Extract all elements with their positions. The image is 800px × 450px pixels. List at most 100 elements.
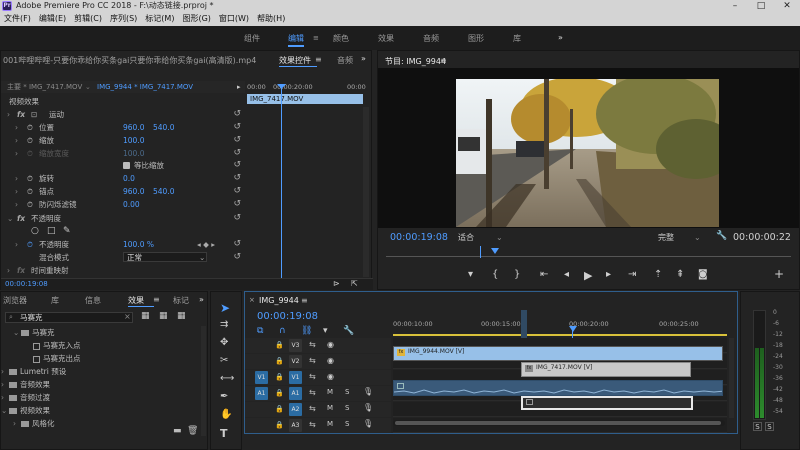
nest-toggle-icon[interactable]: ⧉ [257, 326, 263, 336]
workspace-color[interactable]: 颜色 [333, 33, 349, 44]
sync-lock-icon[interactable]: ⇆ [309, 340, 316, 349]
reset-icon[interactable]: ↺ [233, 159, 241, 172]
pen-tool-icon[interactable]: ✒ [220, 391, 228, 402]
sync-lock-icon[interactable]: ⇆ [309, 404, 316, 413]
track-select-tool-icon[interactable]: ⇉ [220, 319, 228, 330]
ec-playhead[interactable] [281, 87, 282, 284]
timeline-horizontal-scrollbar[interactable] [393, 420, 725, 426]
track-target-a2[interactable]: A2 [289, 403, 302, 416]
workspace-editing[interactable]: 编辑 [288, 33, 304, 44]
effect-controls-tab[interactable]: 效果控件 [279, 55, 311, 66]
chevron-down-icon[interactable]: ⌄ [199, 251, 205, 264]
add-marker-icon[interactable]: ▾ [323, 326, 328, 336]
tab-info[interactable]: 信息 [85, 295, 101, 306]
source-patch-v2[interactable] [255, 355, 268, 368]
track-target-v3[interactable]: V3 [289, 339, 302, 352]
time-remap-row[interactable]: › fx 时间重映射 [1, 264, 245, 277]
effects-preset-item[interactable]: 马赛克出点 [1, 352, 197, 365]
hand-tool-icon[interactable]: ✋ [220, 409, 232, 420]
button-editor-plus-icon[interactable]: + [774, 267, 784, 281]
solo-button[interactable]: S [345, 404, 349, 412]
tab-effects[interactable]: 效果 [128, 295, 144, 306]
clip-img-7417-v1[interactable]: fx IMG_7417.MOV [V] [521, 362, 691, 377]
microphone-icon[interactable]: 🎙 [363, 387, 373, 396]
go-to-out-icon[interactable]: ⇥ [628, 269, 636, 280]
timeline-vertical-scrollbar[interactable] [729, 338, 734, 418]
track-target-a1[interactable]: A1 [289, 387, 302, 400]
opacity-row[interactable]: › ⏱ 不透明度 100.0 % ◂ ◆ ▸ ↺ [1, 238, 245, 251]
sync-lock-icon[interactable]: ⇆ [309, 356, 316, 365]
source-patch-a2[interactable] [255, 403, 268, 416]
panel-more-icon[interactable]: » [361, 54, 366, 63]
mark-out-icon[interactable]: } [514, 269, 520, 280]
clip-audio-a2-selected[interactable] [521, 396, 693, 410]
wrench-icon[interactable]: 🔧 [716, 231, 727, 241]
delete-icon[interactable]: 🗑 [187, 426, 198, 436]
filter-icon[interactable]: ⊳ [333, 279, 340, 288]
ellipse-mask-icon[interactable]: ○ [31, 225, 39, 238]
tab-libraries[interactable]: 库 [51, 295, 59, 306]
property-row[interactable]: › ⏱ 缩放 100.0 ↺ [1, 134, 245, 147]
mute-button[interactable]: M [327, 388, 333, 396]
timeline-sequence-tab[interactable]: IMG_9944 [259, 296, 299, 305]
lock-icon[interactable]: 🔒 [275, 341, 284, 349]
effects-folder-item[interactable]: ⌄ 视频效果 [1, 404, 197, 417]
close-tab-icon[interactable]: × [249, 296, 255, 304]
effects-folder-item[interactable]: › 风格化 [1, 417, 197, 430]
export-frame-icon[interactable]: ⇱ [351, 279, 358, 288]
sync-lock-icon[interactable]: ⇆ [309, 388, 316, 397]
sequence-clip-selector[interactable]: IMG_9944 * IMG_7417.MOV [97, 81, 193, 93]
effects-folder-item[interactable]: › Lumetri 预设 [1, 365, 197, 378]
type-tool-icon[interactable]: T [220, 427, 228, 440]
yuv-effects-icon[interactable]: ▦ [177, 311, 186, 321]
workspace-effects[interactable]: 效果 [378, 33, 394, 44]
pen-mask-icon[interactable]: ✎ [63, 225, 71, 238]
source-patch-v3[interactable] [255, 339, 268, 352]
eye-icon[interactable]: ◉ [327, 340, 334, 349]
effects-search-box[interactable]: ⌕ 马赛克 × [5, 312, 133, 323]
step-back-icon[interactable]: ◂ [564, 269, 569, 280]
panel-more-icon[interactable]: » [199, 295, 204, 304]
source-patch-a3[interactable] [255, 419, 268, 432]
solo-button[interactable]: S [345, 388, 349, 396]
sync-lock-icon[interactable]: ⇆ [309, 420, 316, 429]
rectangle-mask-icon[interactable]: □ [47, 225, 56, 238]
motion-row[interactable]: › fx ⊡ 运动 ↺ [1, 108, 245, 121]
ripple-edit-tool-icon[interactable]: ✥ [220, 337, 228, 348]
tab-markers[interactable]: 标记 [173, 295, 189, 306]
timeline-ruler[interactable]: 00:00:10:00 00:00:15:00 00:00:20:00 00:0… [393, 318, 727, 334]
property-row[interactable]: › ⏱ 防闪烁滤镜 0.00 ↺ [1, 198, 245, 211]
solo-button[interactable]: S [345, 420, 349, 428]
eye-icon[interactable]: ◉ [327, 356, 334, 365]
master-clip-selector[interactable]: 主要 * IMG_7417.MOV [7, 81, 82, 93]
snap-icon[interactable]: ∩ [279, 326, 286, 336]
selection-tool-icon[interactable]: ➤ [220, 301, 230, 315]
ec-scrollbar[interactable] [363, 107, 369, 277]
ec-clip-strip[interactable]: IMG_7417.MOV [247, 94, 363, 104]
program-timecode[interactable]: 00:00:19:08 [390, 232, 448, 243]
effects-folder-item[interactable]: › 音频效果 [1, 378, 197, 391]
new-bin-icon[interactable]: ▬ [173, 426, 182, 436]
ec-timecode[interactable]: 00:00:19:08 [5, 280, 48, 288]
sync-lock-icon[interactable]: ⇆ [309, 372, 316, 381]
program-monitor-title[interactable]: 节目: IMG_9944 [385, 56, 446, 67]
slip-tool-icon[interactable]: ⟷ [220, 373, 234, 384]
property-row[interactable]: › ⏱ 位置 960.0 540.0 ↺ [1, 121, 245, 134]
video-frame[interactable] [456, 79, 719, 227]
work-area-bar[interactable] [393, 334, 727, 336]
mute-button[interactable]: M [327, 404, 333, 412]
lock-icon[interactable]: 🔒 [275, 389, 284, 397]
timeline-settings-icon[interactable]: 🔧 [343, 326, 354, 336]
workspace-audio[interactable]: 音频 [423, 33, 439, 44]
solo-right-button[interactable]: S [765, 422, 774, 431]
workspace-more-icon[interactable]: » [558, 33, 563, 42]
workspace-menu-icon[interactable]: ≡ [313, 34, 319, 42]
program-scrubber[interactable] [386, 251, 791, 257]
panel-menu-icon[interactable]: ≡ [301, 296, 308, 305]
panel-menu-icon[interactable]: ≡ [315, 55, 322, 64]
mark-in-icon[interactable]: { [492, 269, 498, 280]
maximize-icon[interactable]: □ [748, 0, 774, 12]
effects-scrollbar[interactable] [201, 326, 206, 436]
track-target-v2[interactable]: V2 [289, 355, 302, 368]
uniform-scale-checkbox[interactable] [123, 162, 130, 169]
